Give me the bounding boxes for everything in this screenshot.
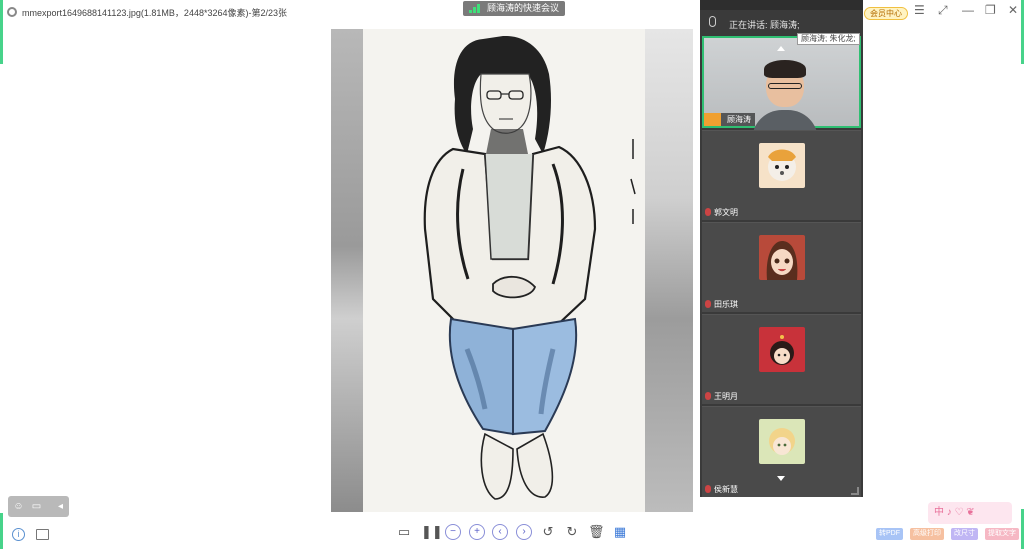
participant-tile[interactable]: 田乐琪: [702, 222, 861, 312]
camera-person-hair: [764, 60, 806, 78]
participant-name: 王明月: [714, 392, 738, 401]
close-icon[interactable]: ✕: [1008, 4, 1018, 16]
meeting-name-tag[interactable]: 顾海涛的快速会议: [463, 1, 566, 16]
menu-icon[interactable]: ☰: [914, 4, 925, 16]
signal-icon: [469, 4, 483, 13]
fullscreen-icon[interactable]: ⤢: [938, 4, 948, 16]
scroll-down-icon[interactable]: [777, 476, 785, 481]
advanced-print-button[interactable]: 高级打印: [910, 528, 944, 540]
zoom-out-icon[interactable]: −: [445, 524, 461, 540]
speaking-indicator: 正在讲话: 顾海涛;: [700, 11, 863, 33]
title-bar: mmexport1649688141123.jpg(1.81MB，2448*32…: [0, 0, 1024, 24]
participant-name: 田乐琪: [714, 300, 738, 309]
speaking-label: 正在讲话: 顾海涛;: [729, 20, 800, 30]
participant-name: 顾海涛: [727, 115, 751, 124]
rotate-right-icon[interactable]: ↻: [564, 524, 580, 540]
participant-tile[interactable]: 郭文明: [702, 130, 861, 220]
next-icon[interactable]: ›: [516, 524, 532, 540]
participant-tile[interactable]: 侯新慧: [702, 406, 861, 497]
microphone-icon: [709, 16, 716, 27]
dog-avatar-image: [768, 149, 796, 181]
collapse-icon[interactable]: ◂: [54, 500, 67, 513]
participant-name-bar: 顾海涛: [704, 113, 755, 126]
meeting-name: 顾海涛的快速会议: [487, 3, 560, 13]
window-edge-accent: [0, 513, 3, 549]
app-icon: [7, 7, 17, 17]
participant-name: 侯新慧: [714, 485, 738, 494]
displayed-photo[interactable]: [331, 29, 693, 512]
avatar: [759, 327, 805, 372]
anime-girl-avatar-image: [766, 241, 798, 280]
zoom-in-icon[interactable]: +: [469, 524, 485, 540]
participant-tile[interactable]: 王明月: [702, 314, 861, 404]
info-icon[interactable]: i: [12, 528, 25, 541]
prev-icon[interactable]: ‹: [492, 524, 508, 540]
image-icon[interactable]: [36, 529, 49, 540]
photo-background: [331, 29, 363, 512]
extract-text-button[interactable]: 提取文字: [985, 528, 1019, 540]
avatar: [759, 419, 805, 464]
member-center-badge[interactable]: 会员中心: [864, 7, 908, 20]
minimize-icon[interactable]: —: [962, 4, 974, 16]
speaker-tooltip: 顾海涛; 朱化龙;: [797, 33, 860, 45]
delete-icon[interactable]: 🗑: [588, 524, 605, 540]
painting-scroll: [363, 29, 645, 512]
muted-mic-icon: [705, 300, 711, 308]
muted-mic-icon: [705, 392, 711, 400]
monitor-icon[interactable]: ▭: [396, 524, 412, 540]
muted-mic-icon: [705, 208, 711, 216]
restore-icon[interactable]: ❐: [985, 4, 996, 16]
ink-portrait-painting: [423, 35, 636, 500]
pause-icon[interactable]: ❚❚: [421, 524, 443, 540]
avatar: [759, 143, 805, 188]
grid-icon[interactable]: ▦: [612, 524, 628, 540]
host-icon: [704, 113, 721, 126]
scroll-up-icon[interactable]: [777, 46, 785, 51]
resize-button[interactable]: 改尺寸: [951, 528, 978, 540]
anime-avatar-image: [769, 428, 795, 455]
image-viewer-window: mmexport1649688141123.jpg(1.81MB，2448*32…: [0, 0, 1024, 549]
float-controls: ☺ ▭ ◂: [8, 496, 69, 517]
participant-name: 郭文明: [714, 208, 738, 217]
cartoon-girl-avatar-image: [770, 335, 794, 365]
photo-background: [643, 29, 693, 512]
rotate-left-icon[interactable]: ↺: [540, 524, 556, 540]
resize-handle[interactable]: [851, 487, 859, 495]
meeting-panel: 正在讲话: 顾海涛; 顾海涛 郭文明 田乐琪 王明月 侯新慧: [700, 0, 863, 497]
camera-person-glasses: [768, 83, 802, 89]
panel-top-bar: [700, 0, 863, 10]
file-title: mmexport1649688141123.jpg(1.81MB，2448*32…: [22, 8, 287, 18]
muted-mic-icon: [705, 485, 711, 493]
chat-icon[interactable]: ▭: [30, 500, 43, 513]
sticker-widget[interactable]: 中 ♪ ♡ ❦: [928, 502, 1012, 524]
to-pdf-button[interactable]: 转PDF: [876, 528, 903, 540]
avatar: [759, 235, 805, 280]
smile-icon[interactable]: ☺: [12, 500, 25, 513]
